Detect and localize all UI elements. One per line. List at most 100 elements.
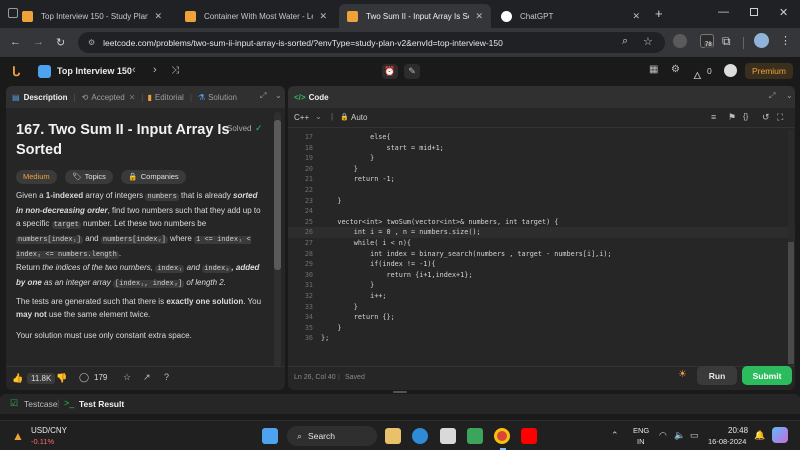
site-info-icon[interactable]: ⚙ [88,38,95,47]
browser-tab[interactable]: Top Interview 150 - Study Plan - Li ✕ [14,4,170,28]
close-tab-icon[interactable]: ✕ [319,11,327,22]
tab-solution[interactable]: Solution [208,93,237,102]
code-line[interactable]: 25 vector<int> twoSum(vector<int>& numbe… [288,217,795,228]
app-icon[interactable] [467,428,483,444]
tab-test-result[interactable]: Test Result [79,399,124,409]
wifi-icon[interactable]: ◠ [659,430,667,441]
code-editor[interactable]: 17 else{18 start = mid+1; 19 } 20 } 21 retu… [288,130,795,368]
battery-icon[interactable]: ▭ [690,430,699,441]
code-line[interactable]: 29 if(index != -1){ [288,259,795,270]
clock-time[interactable]: 20:48 [728,426,748,435]
scrollbar-track[interactable] [274,112,281,367]
code-line[interactable]: 18 start = mid+1; [288,143,795,154]
topics-chip[interactable]: 🏷 Topics [65,169,113,184]
taskbar-search[interactable]: ⌕ Search [287,426,377,446]
autocomplete-mode[interactable]: Auto [351,113,367,122]
prev-problem-icon[interactable]: ‹ [132,64,136,76]
difficulty-badge[interactable]: Medium [16,169,57,184]
tab-editorial[interactable]: Editorial [155,93,184,102]
chevron-up-icon[interactable]: ⌃ [611,430,619,441]
address-bar[interactable]: ⚙ leetcode.com/problems/two-sum-ii-input… [78,32,665,53]
comment-icon[interactable]: ◯ [79,372,89,383]
thumbs-up-icon[interactable]: 👍 [12,373,23,384]
code-line[interactable]: 36}; [288,333,795,344]
next-problem-icon[interactable]: › [153,64,157,76]
tab-description[interactable]: Description [24,93,68,102]
language-indicator[interactable]: ENG [633,426,649,435]
chevron-down-icon[interactable]: ⌄ [786,91,793,100]
editor-scrollbar-thumb[interactable] [788,242,794,364]
tab-accepted[interactable]: Accepted [91,93,124,102]
code-line[interactable]: 28 int index = binary_search(numbers , t… [288,249,795,260]
bookmark-icon[interactable]: ⚑ [728,112,736,123]
windows-start-icon[interactable] [262,428,278,444]
back-icon[interactable]: ← [10,36,21,48]
code-line[interactable]: 17 else{ [288,132,795,143]
fullscreen-icon[interactable]: ⛶ [777,112,783,123]
chrome-icon[interactable] [494,428,510,444]
profile-avatar[interactable] [754,33,769,48]
favorite-star-icon[interactable]: ☆ [123,372,131,383]
close-tab-icon[interactable]: ✕ [129,93,136,102]
copilot-icon[interactable] [772,427,788,443]
code-line[interactable]: 22 [288,185,795,196]
zoom-icon[interactable]: ⌕ [622,35,628,48]
shuffle-icon[interactable]: ⤨ [171,65,179,76]
share-icon[interactable]: ↗ [143,372,151,383]
reset-icon[interactable]: ↺ [762,112,770,123]
settings-gear-icon[interactable]: ⚙ [671,64,680,75]
layout-grid-icon[interactable]: ▦ [649,64,658,75]
code-line[interactable]: 19 } [288,153,795,164]
youtube-icon[interactable] [521,428,537,444]
premium-button[interactable]: Premium [745,63,793,79]
code-line[interactable]: 27 while( i < n){ [288,238,795,249]
notification-bell-icon[interactable]: 🔔 [754,430,765,441]
tab-testcase[interactable]: Testcase [24,399,58,409]
user-avatar[interactable] [724,64,737,77]
chevron-down-icon[interactable]: ⌄ [315,112,322,121]
extensions-puzzle-icon[interactable]: ⧉ [722,34,731,49]
code-line[interactable]: 26 int i = 0 , n = numbers.size(); [288,227,795,238]
code-line[interactable]: 31 } [288,280,795,291]
extension-icon[interactable] [673,34,687,48]
debug-icon[interactable]: ☀ [678,369,687,380]
close-tab-icon[interactable]: ✕ [475,11,483,22]
timer-icon[interactable]: ⏰ [382,64,398,79]
study-plan-title[interactable]: Top Interview 150 [57,66,132,76]
minimize-icon[interactable]: — [718,6,729,18]
browser-tab-active[interactable]: Two Sum II - Input Array Is Sorted ✕ [339,4,491,28]
file-explorer-icon[interactable] [385,428,401,444]
forward-icon[interactable]: → [33,36,44,48]
code-line[interactable]: 30 return {i+1,index+1}; [288,270,795,281]
panel-resize-handle[interactable] [393,391,407,393]
bookmark-star-icon[interactable]: ☆ [643,35,653,48]
new-tab-button[interactable]: + [655,6,663,21]
code-line[interactable]: 35 } [288,323,795,334]
notes-icon[interactable]: ✎ [404,64,420,79]
code-line[interactable]: 21 return -1; [288,174,795,185]
code-line[interactable]: 33 } [288,302,795,313]
like-count[interactable]: 11.8K [27,373,56,384]
store-icon[interactable] [440,428,456,444]
restore-icon[interactable] [750,8,758,16]
code-line[interactable]: 34 return {}; [288,312,795,323]
thumbs-down-icon[interactable]: 👎 [56,373,67,384]
chevron-down-icon[interactable]: ⌄ [275,91,282,100]
menu-kebab-icon[interactable]: ⋮ [780,34,791,47]
edge-icon[interactable] [412,428,428,444]
close-window-icon[interactable]: ✕ [779,6,788,19]
close-tab-icon[interactable]: ✕ [154,11,162,22]
braces-icon[interactable]: {} [743,112,748,121]
submit-button[interactable]: Submit [742,366,792,385]
code-line[interactable]: 32 i++; [288,291,795,302]
ticker-name[interactable]: USD/CNY [31,426,67,435]
leetcode-logo-icon[interactable]: ᒐ [12,64,20,80]
scrollbar-thumb[interactable] [274,120,281,270]
code-line[interactable]: 20 } [288,164,795,175]
volume-icon[interactable]: 🔈 [674,430,685,441]
maximize-icon[interactable]: ⤢ [260,91,266,101]
companies-chip[interactable]: 🔒 Companies [121,169,186,184]
code-line[interactable]: 24 [288,206,795,217]
run-button[interactable]: Run [697,366,737,385]
browser-tab[interactable]: Container With Most Water - Leet ✕ [177,4,335,28]
